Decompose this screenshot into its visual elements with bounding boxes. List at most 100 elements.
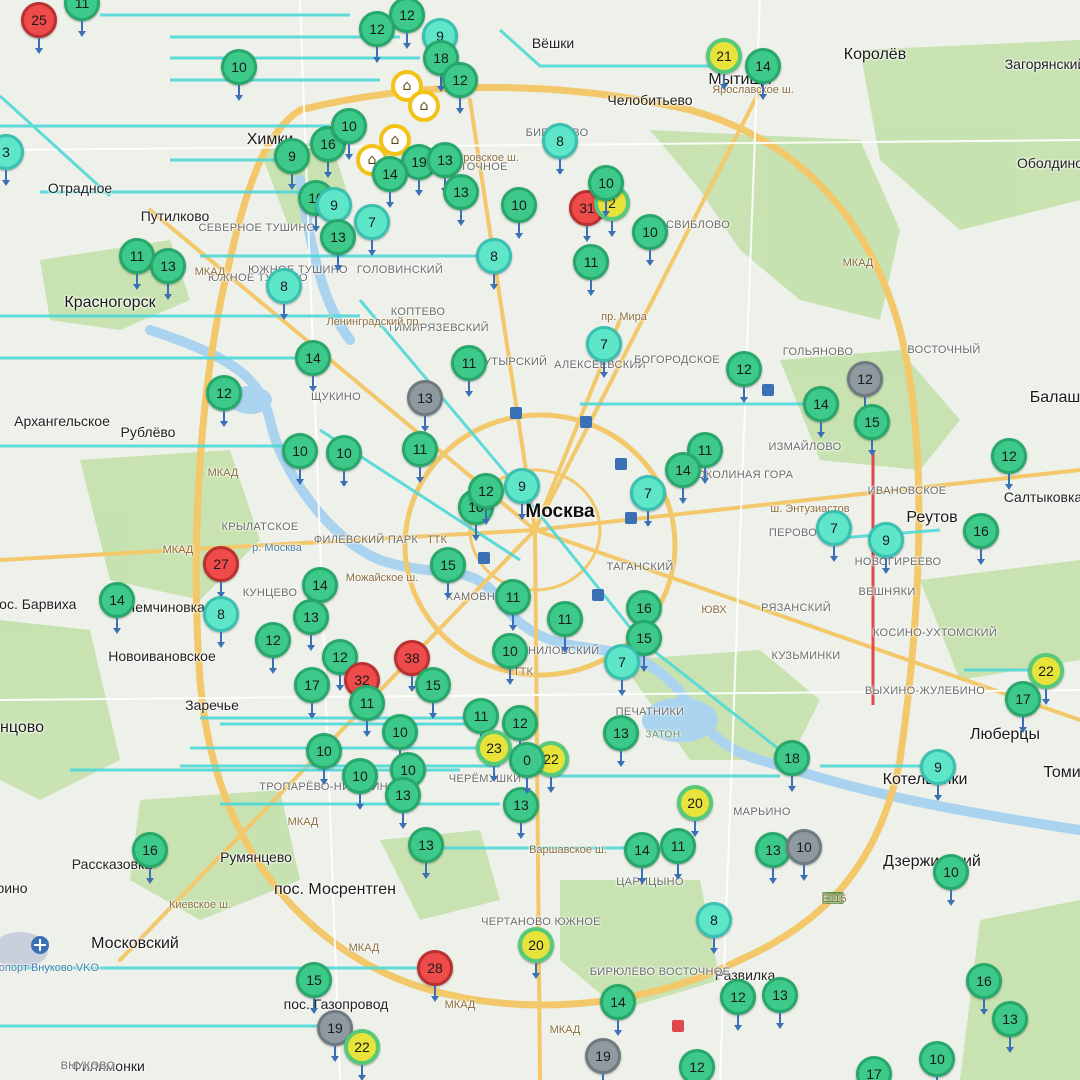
aqi-marker[interactable]: 15 <box>296 962 332 1014</box>
aqi-marker[interactable]: 13 <box>762 977 798 1029</box>
aqi-marker[interactable]: 14 <box>803 386 839 438</box>
aqi-marker[interactable]: 12 <box>442 62 478 114</box>
aqi-marker[interactable]: 20 <box>518 927 554 979</box>
aqi-marker[interactable]: 7 <box>604 644 640 696</box>
map-label: Вёшки <box>531 35 575 51</box>
aqi-marker[interactable]: 13 <box>603 715 639 767</box>
aqi-marker[interactable]: 14 <box>600 984 636 1036</box>
aqi-marker[interactable]: 8 <box>542 123 578 175</box>
aqi-value: 9 <box>316 187 352 223</box>
aqi-marker[interactable]: 16 <box>966 963 1002 1015</box>
aqi-marker[interactable]: 9 <box>504 468 540 520</box>
aqi-marker[interactable]: 13 <box>320 219 356 271</box>
aqi-marker[interactable]: 12 <box>726 351 762 403</box>
aqi-marker[interactable]: 14 <box>99 582 135 634</box>
aqi-marker[interactable]: 13 <box>992 1001 1028 1053</box>
aqi-marker[interactable]: 10 <box>342 758 378 810</box>
aqi-marker[interactable]: 16 <box>963 513 999 565</box>
aqi-marker[interactable]: 10 <box>331 108 367 160</box>
aqi-marker[interactable]: 11 <box>451 345 487 397</box>
aqi-marker[interactable]: 14 <box>295 340 331 392</box>
aqi-marker[interactable]: 10 <box>919 1041 955 1080</box>
aqi-marker[interactable]: 20 <box>677 785 713 837</box>
marker-pin-icon <box>429 703 437 719</box>
aqi-marker[interactable]: 7 <box>354 204 390 256</box>
aqi-value: 13 <box>408 827 444 863</box>
aqi-marker[interactable]: 13 <box>443 174 479 226</box>
aqi-marker[interactable]: 8 <box>266 268 302 320</box>
aqi-marker[interactable]: 10 <box>492 633 528 685</box>
aqi-marker[interactable]: 12 <box>359 11 395 63</box>
aqi-marker[interactable]: 8 <box>696 902 732 954</box>
aqi-marker[interactable]: 10 <box>306 733 342 785</box>
aqi-marker[interactable]: 13 <box>427 142 463 194</box>
aqi-marker[interactable]: 12 <box>206 375 242 427</box>
aqi-marker[interactable]: 17 <box>1005 681 1041 733</box>
aqi-value: 13 <box>385 777 421 813</box>
aqi-marker[interactable]: 14 <box>372 156 408 208</box>
factory-icon[interactable]: ⌂ <box>408 90 440 122</box>
aqi-marker[interactable]: 10 <box>501 187 537 239</box>
aqi-marker[interactable]: 9 <box>920 749 956 801</box>
aqi-marker[interactable]: 8 <box>203 596 239 648</box>
aqi-marker[interactable]: 21 <box>706 38 742 90</box>
aqi-marker[interactable]: 12 <box>255 622 291 674</box>
aqi-marker[interactable]: 10 <box>326 435 362 487</box>
aqi-marker[interactable]: 12 <box>679 1049 715 1080</box>
aqi-marker[interactable]: 14 <box>302 567 338 619</box>
aqi-marker[interactable]: 7 <box>586 326 622 378</box>
air-quality-map[interactable]: Москва Химки Красногорск Королёв Мытищи Реуто… <box>0 0 1080 1080</box>
aqi-marker[interactable]: 22 <box>344 1029 380 1080</box>
marker-pin-icon <box>334 255 342 271</box>
aqi-marker[interactable]: 15 <box>415 667 451 719</box>
aqi-marker[interactable]: 10 <box>786 829 822 881</box>
aqi-marker[interactable]: 3 <box>0 134 24 186</box>
aqi-marker[interactable]: 23 <box>476 730 512 782</box>
aqi-marker[interactable]: 27 <box>203 546 239 598</box>
aqi-marker[interactable]: 16 <box>132 832 168 884</box>
aqi-marker[interactable]: 15 <box>430 547 466 599</box>
aqi-marker[interactable]: 9 <box>868 522 904 574</box>
aqi-marker[interactable]: 11 <box>463 698 499 750</box>
aqi-marker[interactable]: 11 <box>495 579 531 631</box>
aqi-marker[interactable]: 10 <box>382 714 418 766</box>
aqi-marker[interactable]: 12 <box>991 438 1027 490</box>
aqi-marker[interactable]: 10 <box>588 165 624 217</box>
aqi-marker[interactable]: 9 <box>274 138 310 190</box>
aqi-marker[interactable]: 13 <box>408 827 444 879</box>
aqi-marker[interactable]: 11 <box>660 828 696 880</box>
aqi-marker[interactable]: 11 <box>402 431 438 483</box>
aqi-marker[interactable]: 7 <box>630 475 666 527</box>
aqi-marker[interactable]: 13 <box>150 248 186 300</box>
aqi-marker[interactable]: 19 <box>585 1038 621 1080</box>
aqi-marker[interactable]: 11 <box>349 685 385 737</box>
aqi-marker[interactable]: 0 <box>509 742 545 794</box>
aqi-marker[interactable]: 15 <box>854 404 890 456</box>
aqi-marker[interactable]: 10 <box>632 214 668 266</box>
aqi-marker[interactable]: 13 <box>293 599 329 651</box>
aqi-marker[interactable]: 8 <box>476 238 512 290</box>
aqi-marker[interactable]: 28 <box>417 950 453 1002</box>
aqi-marker[interactable]: 17 <box>856 1056 892 1080</box>
aqi-marker[interactable]: 25 <box>21 2 57 54</box>
aqi-marker[interactable]: 10 <box>933 854 969 906</box>
marker-pin-icon <box>296 469 304 485</box>
aqi-marker[interactable]: 10 <box>282 433 318 485</box>
aqi-marker[interactable]: 13 <box>503 787 539 839</box>
aqi-marker[interactable]: 11 <box>64 0 100 37</box>
aqi-marker[interactable]: 7 <box>816 510 852 562</box>
aqi-marker[interactable]: 10 <box>221 49 257 101</box>
aqi-marker[interactable]: 14 <box>665 452 701 504</box>
aqi-marker[interactable]: 13 <box>407 380 443 432</box>
aqi-marker[interactable]: 13 <box>385 777 421 829</box>
aqi-marker[interactable]: 18 <box>774 740 810 792</box>
aqi-marker[interactable]: 11 <box>547 601 583 653</box>
aqi-marker[interactable]: 12 <box>720 979 756 1031</box>
aqi-marker[interactable]: 11 <box>573 244 609 296</box>
aqi-marker[interactable]: 14 <box>745 48 781 100</box>
aqi-marker[interactable]: 14 <box>624 832 660 884</box>
aqi-marker[interactable]: 9 <box>316 187 352 239</box>
aqi-marker[interactable]: 12 <box>468 473 504 525</box>
aqi-marker[interactable]: 12 <box>847 361 883 413</box>
aqi-marker[interactable]: 17 <box>294 667 330 719</box>
